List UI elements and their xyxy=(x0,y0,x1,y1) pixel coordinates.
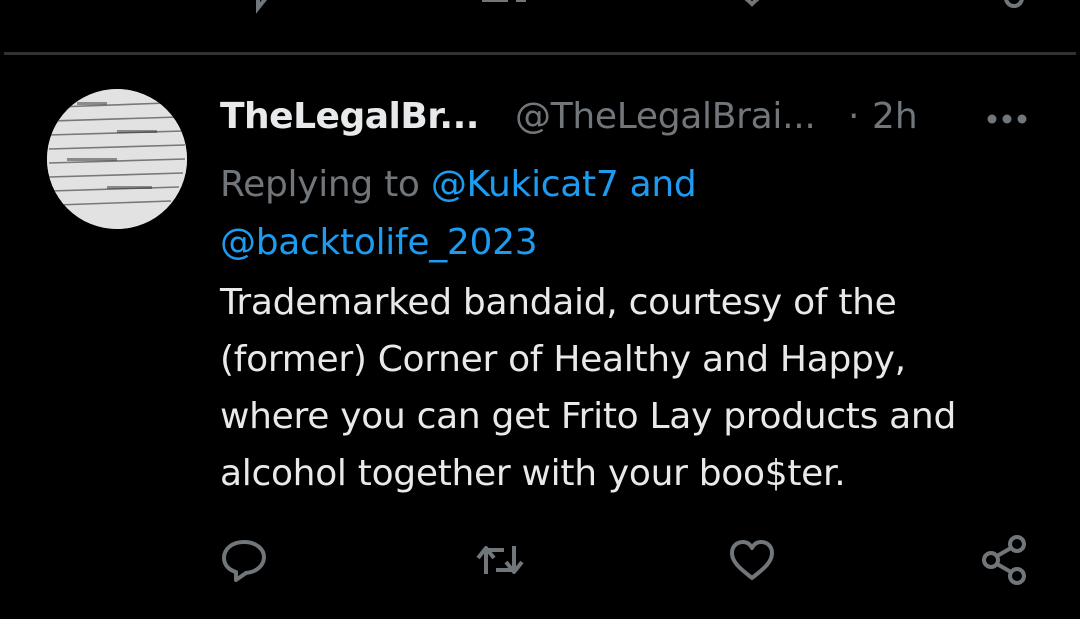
more-options-icon xyxy=(987,114,1027,124)
separator-dot: · xyxy=(848,96,860,137)
tweet-action-bar xyxy=(0,526,1080,596)
reply-icon xyxy=(222,540,266,582)
mention-link[interactable]: @Kukicat7 xyxy=(431,164,619,205)
share-button[interactable] xyxy=(977,534,1033,586)
mention-link[interactable]: @backtolife_2023 xyxy=(220,222,538,263)
retweet-icon xyxy=(476,546,524,574)
retweet-icon[interactable] xyxy=(478,0,530,15)
tweet-text: Trademarked bandaid, courtesy of the (fo… xyxy=(220,282,957,494)
share-icon xyxy=(982,535,1026,585)
replying-to-label: Replying to xyxy=(220,164,431,205)
tweet-divider xyxy=(4,52,1076,55)
avatar[interactable] xyxy=(47,89,187,229)
like-button[interactable] xyxy=(724,534,780,586)
retweet-button[interactable] xyxy=(472,534,528,586)
reply-button[interactable] xyxy=(216,534,272,586)
previous-tweet-action-bar xyxy=(0,0,1080,15)
timestamp[interactable]: 2h xyxy=(872,94,918,140)
replying-to: Replying to @Kukicat7 and @backtolife_202… xyxy=(220,156,1020,272)
heart-icon xyxy=(730,540,774,580)
tweet[interactable]: TheLegalBr... @TheLegalBrai... · 2h Repl… xyxy=(0,56,1080,619)
user-handle[interactable]: @TheLegalBrai... xyxy=(515,94,816,140)
avatar-document-image xyxy=(47,89,187,229)
more-options-button[interactable] xyxy=(984,104,1030,134)
tweet-header: TheLegalBr... @TheLegalBrai... · 2h xyxy=(220,94,1020,144)
display-name[interactable]: TheLegalBr... xyxy=(220,94,479,140)
mention-joiner[interactable]: and xyxy=(618,164,697,205)
share-icon[interactable] xyxy=(980,0,1032,15)
like-icon[interactable] xyxy=(726,0,778,15)
reply-icon[interactable] xyxy=(218,0,270,15)
